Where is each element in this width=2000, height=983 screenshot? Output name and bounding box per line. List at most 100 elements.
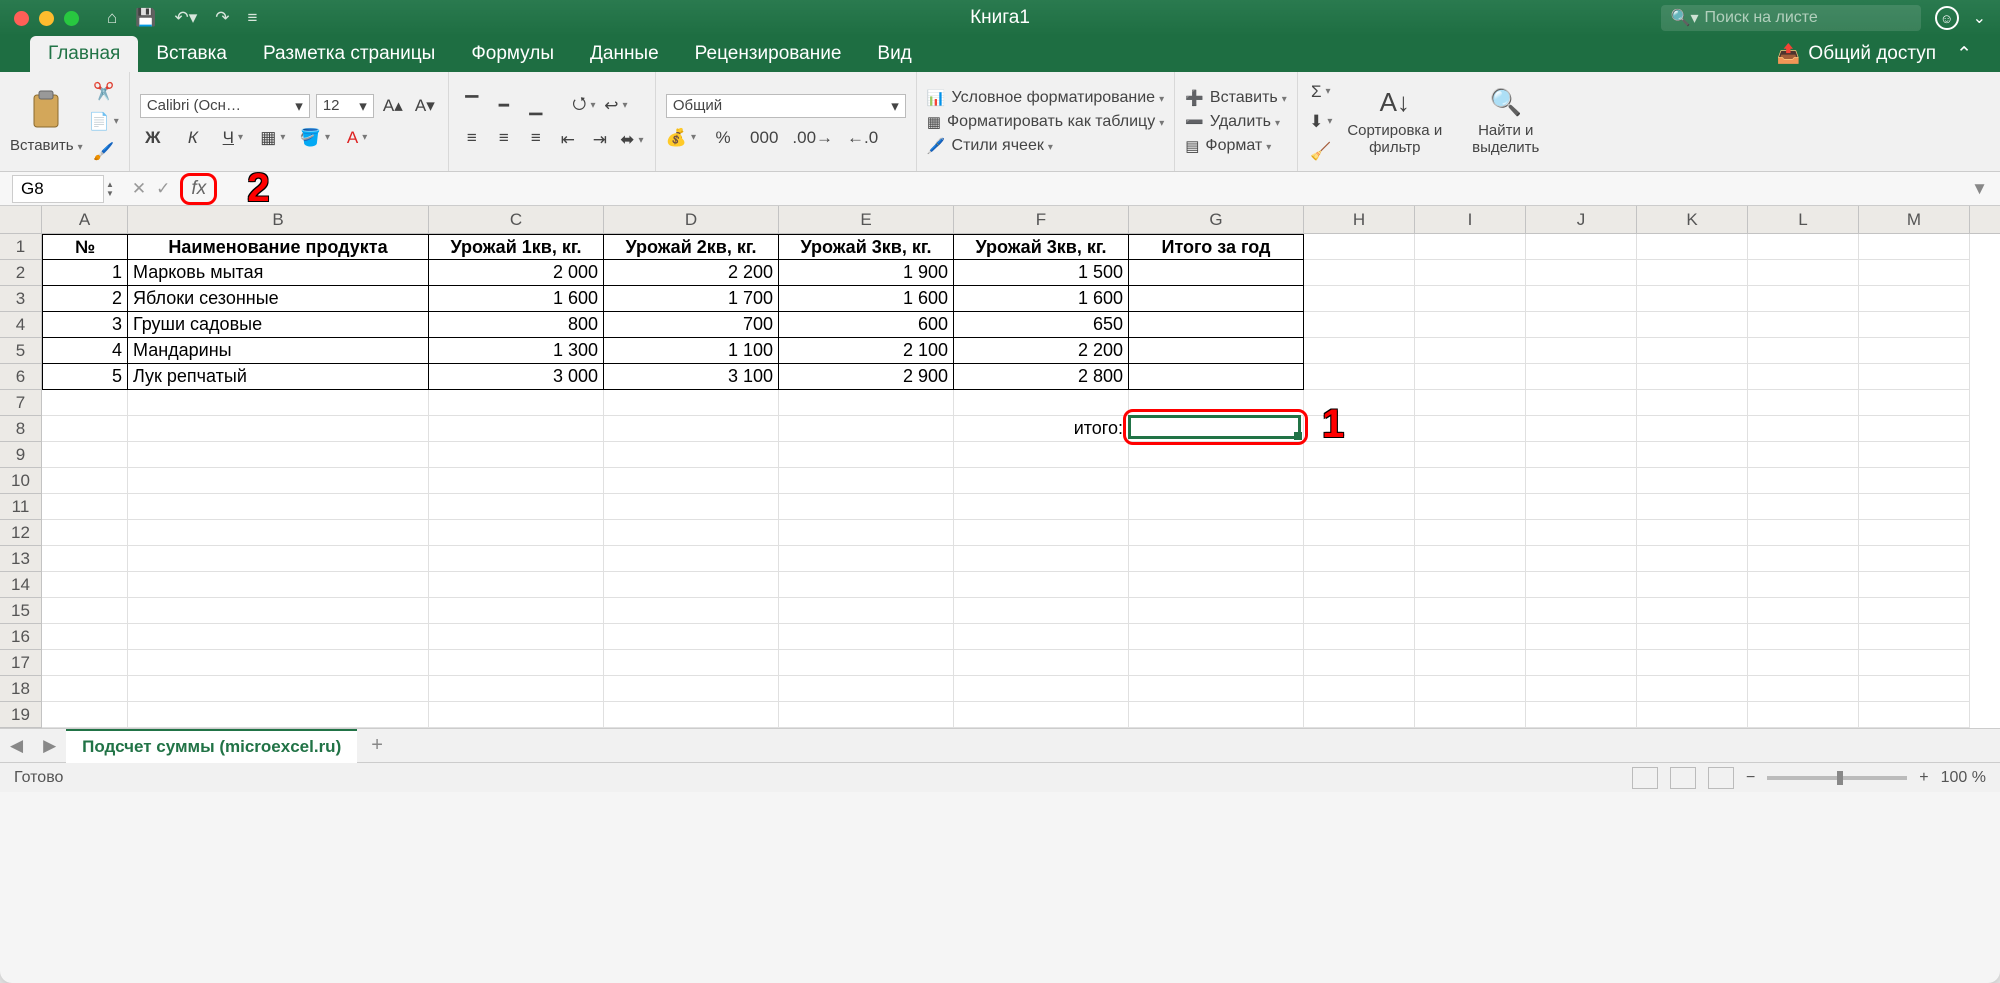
cell-H1[interactable] bbox=[1304, 234, 1415, 260]
cell-M12[interactable] bbox=[1859, 520, 1970, 546]
spreadsheet-grid[interactable]: ABCDEFGHIJKLM1№Наименование продуктаУрож… bbox=[0, 206, 2000, 728]
cell-I11[interactable] bbox=[1415, 494, 1526, 520]
cell-K18[interactable] bbox=[1637, 676, 1748, 702]
cell-A9[interactable] bbox=[42, 442, 128, 468]
cell-J10[interactable] bbox=[1526, 468, 1637, 494]
tab-view[interactable]: Вид bbox=[859, 36, 929, 72]
cell-K8[interactable] bbox=[1637, 416, 1748, 442]
cell-D12[interactable] bbox=[604, 520, 779, 546]
close-window-button[interactable] bbox=[14, 11, 29, 26]
cell-B5[interactable]: Мандарины bbox=[128, 338, 429, 364]
font-family-select[interactable]: Calibri (Осн…▾ bbox=[140, 94, 310, 118]
col-header-L[interactable]: L bbox=[1748, 206, 1859, 233]
cell-H6[interactable] bbox=[1304, 364, 1415, 390]
cell-F19[interactable] bbox=[954, 702, 1129, 728]
cell-F2[interactable]: 1 500 bbox=[954, 260, 1129, 286]
cell-K3[interactable] bbox=[1637, 286, 1748, 312]
cell-B3[interactable]: Яблоки сезонные bbox=[128, 286, 429, 312]
cell-A7[interactable] bbox=[42, 390, 128, 416]
cell-M6[interactable] bbox=[1859, 364, 1970, 390]
cell-D13[interactable] bbox=[604, 546, 779, 572]
clear-icon[interactable]: 🧹 bbox=[1308, 140, 1334, 164]
cell-A16[interactable] bbox=[42, 624, 128, 650]
redo-icon[interactable]: ↷ bbox=[215, 8, 229, 28]
cell-K9[interactable] bbox=[1637, 442, 1748, 468]
underline-button[interactable]: Ч bbox=[220, 126, 246, 150]
cell-H18[interactable] bbox=[1304, 676, 1415, 702]
normal-view-button[interactable] bbox=[1632, 767, 1658, 789]
page-break-view-button[interactable] bbox=[1708, 767, 1734, 789]
cell-B8[interactable] bbox=[128, 416, 429, 442]
add-sheet-button[interactable]: + bbox=[357, 730, 397, 761]
percent-icon[interactable]: % bbox=[710, 126, 736, 150]
page-layout-view-button[interactable] bbox=[1670, 767, 1696, 789]
cell-M11[interactable] bbox=[1859, 494, 1970, 520]
cell-C4[interactable]: 800 bbox=[429, 312, 604, 338]
bold-button[interactable]: Ж bbox=[140, 126, 166, 150]
maximize-window-button[interactable] bbox=[64, 11, 79, 26]
cell-B18[interactable] bbox=[128, 676, 429, 702]
cell-J14[interactable] bbox=[1526, 572, 1637, 598]
cell-M17[interactable] bbox=[1859, 650, 1970, 676]
cell-D5[interactable]: 1 100 bbox=[604, 338, 779, 364]
cell-D2[interactable]: 2 200 bbox=[604, 260, 779, 286]
sort-filter-button[interactable]: A↓ Сортировка и фильтр bbox=[1340, 87, 1450, 156]
cell-F9[interactable] bbox=[954, 442, 1129, 468]
undo-icon[interactable]: ↶▾ bbox=[174, 8, 197, 28]
align-center-icon[interactable]: ≡ bbox=[491, 126, 517, 150]
cell-L3[interactable] bbox=[1748, 286, 1859, 312]
cell-G12[interactable] bbox=[1129, 520, 1304, 546]
cell-G6[interactable] bbox=[1129, 364, 1304, 390]
cell-D18[interactable] bbox=[604, 676, 779, 702]
cell-J8[interactable] bbox=[1526, 416, 1637, 442]
cell-D3[interactable]: 1 700 bbox=[604, 286, 779, 312]
cell-E19[interactable] bbox=[779, 702, 954, 728]
cell-E10[interactable] bbox=[779, 468, 954, 494]
cell-A19[interactable] bbox=[42, 702, 128, 728]
cell-I8[interactable] bbox=[1415, 416, 1526, 442]
cell-E1[interactable]: Урожай 3кв, кг. bbox=[779, 234, 954, 260]
qat-customize-icon[interactable]: ≡ bbox=[247, 8, 257, 28]
cell-A13[interactable] bbox=[42, 546, 128, 572]
cell-M16[interactable] bbox=[1859, 624, 1970, 650]
cell-A6[interactable]: 5 bbox=[42, 364, 128, 390]
cell-B14[interactable] bbox=[128, 572, 429, 598]
cell-K5[interactable] bbox=[1637, 338, 1748, 364]
cell-G11[interactable] bbox=[1129, 494, 1304, 520]
cell-E17[interactable] bbox=[779, 650, 954, 676]
col-header-C[interactable]: C bbox=[429, 206, 604, 233]
cell-H4[interactable] bbox=[1304, 312, 1415, 338]
cell-C14[interactable] bbox=[429, 572, 604, 598]
cell-K16[interactable] bbox=[1637, 624, 1748, 650]
cell-B4[interactable]: Груши садовые bbox=[128, 312, 429, 338]
increase-font-icon[interactable]: A▴ bbox=[380, 94, 406, 118]
cell-styles-button[interactable]: 🖊️Стили ячеек bbox=[927, 137, 1053, 155]
cell-E11[interactable] bbox=[779, 494, 954, 520]
cell-F5[interactable]: 2 200 bbox=[954, 338, 1129, 364]
cell-F11[interactable] bbox=[954, 494, 1129, 520]
home-icon[interactable]: ⌂ bbox=[107, 8, 117, 28]
thousands-icon[interactable]: 000 bbox=[750, 126, 778, 150]
cell-F18[interactable] bbox=[954, 676, 1129, 702]
cell-G3[interactable] bbox=[1129, 286, 1304, 312]
cell-J17[interactable] bbox=[1526, 650, 1637, 676]
cell-E5[interactable]: 2 100 bbox=[779, 338, 954, 364]
wrap-text-icon[interactable]: ↩ bbox=[603, 94, 629, 118]
row-header-7[interactable]: 7 bbox=[0, 390, 42, 416]
cell-I19[interactable] bbox=[1415, 702, 1526, 728]
cell-M3[interactable] bbox=[1859, 286, 1970, 312]
decrease-font-icon[interactable]: A▾ bbox=[412, 94, 438, 118]
cell-F7[interactable] bbox=[954, 390, 1129, 416]
share-button[interactable]: 📤 Общий доступ ⌃ bbox=[1767, 36, 1982, 72]
cell-C19[interactable] bbox=[429, 702, 604, 728]
col-header-K[interactable]: K bbox=[1637, 206, 1748, 233]
cell-C17[interactable] bbox=[429, 650, 604, 676]
cell-I1[interactable] bbox=[1415, 234, 1526, 260]
cell-K1[interactable] bbox=[1637, 234, 1748, 260]
row-header-14[interactable]: 14 bbox=[0, 572, 42, 598]
font-color-button[interactable]: A bbox=[344, 126, 370, 150]
paste-button[interactable]: Вставить bbox=[10, 89, 83, 154]
cell-J4[interactable] bbox=[1526, 312, 1637, 338]
cell-H19[interactable] bbox=[1304, 702, 1415, 728]
cell-A10[interactable] bbox=[42, 468, 128, 494]
